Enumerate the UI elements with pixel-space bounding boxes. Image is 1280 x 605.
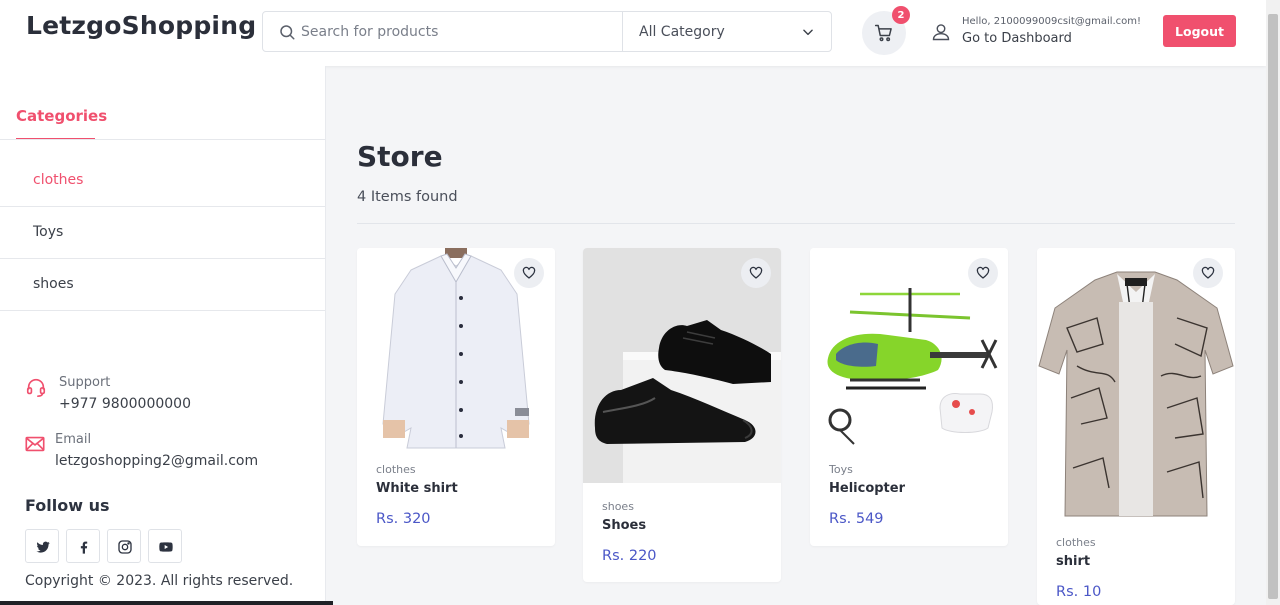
product-card[interactable]: Toys Helicopter Rs. 549 — [810, 248, 1008, 546]
product-name[interactable]: White shirt — [376, 481, 458, 496]
items-found-count: 4 Items found — [357, 189, 458, 205]
product-card[interactable]: clothes shirt Rs. 10 — [1037, 248, 1235, 605]
category-select[interactable]: All Category — [622, 12, 831, 51]
category-select-value: All Category — [639, 23, 725, 40]
sidebar: Categories clothes Toys shoes Support +9… — [0, 66, 326, 605]
product-price: Rs. 10 — [1056, 584, 1102, 600]
youtube-icon — [159, 542, 173, 552]
twitter-button[interactable] — [25, 529, 59, 563]
cart-count-badge: 2 — [892, 6, 910, 24]
product-name[interactable]: shirt — [1056, 554, 1090, 569]
product-card[interactable]: clothes White shirt Rs. 320 — [357, 248, 555, 546]
logout-button[interactable]: Logout — [1163, 15, 1236, 47]
product-price: Rs. 549 — [829, 511, 884, 527]
wishlist-button[interactable] — [514, 258, 544, 288]
wishlist-button[interactable] — [968, 258, 998, 288]
product-category: clothes — [376, 463, 416, 476]
heart-icon — [522, 266, 536, 279]
sidebar-item-shoes[interactable]: shoes — [33, 276, 74, 292]
support-phone: +977 9800000000 — [59, 396, 191, 412]
page-title: Store — [357, 140, 443, 173]
user-greeting: Hello, 2100099009csit@gmail.com! — [962, 16, 1142, 27]
top-header: LetzgoShopping All Category 2 Hello, 210… — [0, 0, 1266, 66]
categories-title[interactable]: Categories — [16, 107, 107, 125]
wishlist-button[interactable] — [1193, 258, 1223, 288]
email-label: Email — [55, 432, 92, 447]
site-logo[interactable]: LetzgoShopping — [26, 11, 256, 40]
page-scrollbar[interactable] — [1266, 0, 1280, 605]
product-category: clothes — [1056, 536, 1096, 549]
heart-icon — [976, 266, 990, 279]
product-category: shoes — [602, 500, 634, 513]
scrollbar-thumb[interactable] — [1268, 14, 1278, 599]
dashboard-link[interactable]: Go to Dashboard — [962, 31, 1072, 46]
product-price: Rs. 220 — [602, 548, 657, 564]
heart-icon — [1201, 266, 1215, 279]
divider — [0, 139, 325, 140]
divider — [0, 310, 325, 311]
chevron-down-icon — [803, 29, 813, 36]
search-icon — [280, 25, 295, 40]
sidebar-item-toys[interactable]: Toys — [33, 224, 63, 240]
product-name[interactable]: Shoes — [602, 518, 646, 533]
heart-icon — [749, 266, 763, 279]
product-image-shirt — [1037, 248, 1235, 528]
support-label: Support — [59, 375, 111, 390]
product-price: Rs. 320 — [376, 511, 431, 527]
divider — [0, 206, 325, 207]
divider — [357, 223, 1235, 224]
youtube-button[interactable] — [148, 529, 182, 563]
wishlist-button[interactable] — [741, 258, 771, 288]
facebook-button[interactable] — [66, 529, 100, 563]
twitter-icon — [36, 541, 50, 553]
facebook-icon — [80, 541, 88, 554]
headset-icon — [26, 378, 46, 397]
bottom-edge-bar — [0, 601, 333, 605]
product-card[interactable]: shoes Shoes Rs. 220 — [583, 248, 781, 582]
sidebar-item-clothes[interactable]: clothes — [33, 172, 83, 188]
search-input[interactable] — [301, 12, 619, 51]
user-icon — [932, 24, 950, 41]
divider — [0, 258, 325, 259]
follow-us-title: Follow us — [25, 496, 110, 515]
product-name[interactable]: Helicopter — [829, 481, 905, 496]
copyright-text: Copyright © 2023. All rights reserved. — [25, 573, 294, 589]
cart-icon — [874, 24, 892, 42]
email-value: letzgoshopping2@gmail.com — [55, 453, 259, 469]
instagram-icon — [118, 540, 132, 554]
product-category: Toys — [829, 463, 853, 476]
search-bar: All Category — [262, 11, 832, 52]
instagram-button[interactable] — [107, 529, 141, 563]
mail-icon — [25, 436, 45, 452]
